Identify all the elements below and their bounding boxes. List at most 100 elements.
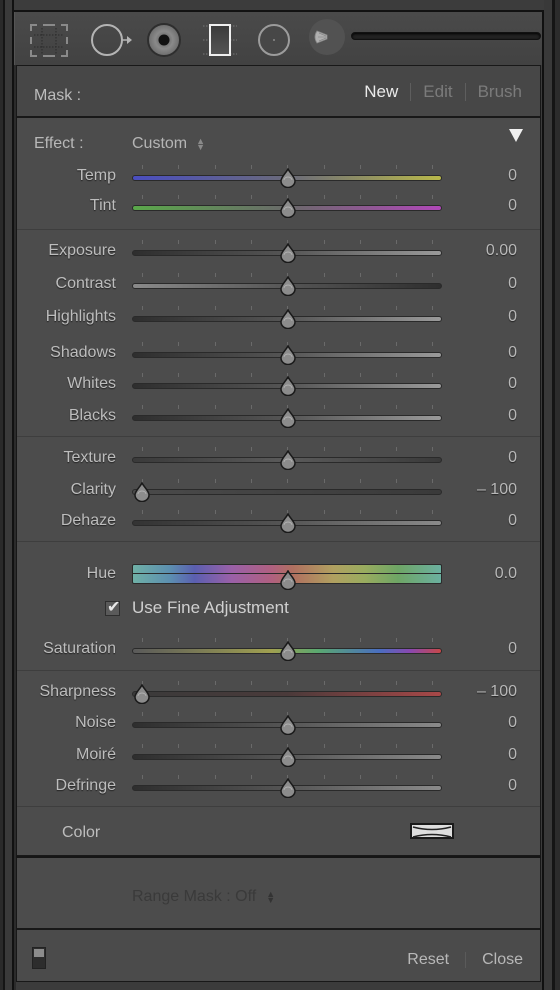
spot-removal-tool[interactable] bbox=[89, 22, 135, 56]
shadows-value[interactable]: 0 bbox=[508, 344, 517, 362]
sharpness-value[interactable]: – 100 bbox=[477, 683, 517, 701]
radial-filter-tool[interactable] bbox=[255, 22, 293, 56]
mask-mode-brush[interactable]: Brush bbox=[466, 82, 534, 102]
contrast-value[interactable]: 0 bbox=[508, 275, 517, 293]
mask-mode-new[interactable]: New bbox=[352, 82, 410, 102]
contrast-slider-row: Contrast 0 bbox=[17, 273, 540, 297]
reset-button[interactable]: Reset bbox=[391, 951, 465, 969]
tick-mark bbox=[359, 447, 361, 451]
tick-mark bbox=[359, 744, 361, 748]
section-divider bbox=[17, 229, 540, 230]
texture-slider-knob[interactable] bbox=[279, 449, 297, 471]
tick-mark bbox=[432, 712, 434, 716]
graduated-filter-tool[interactable] bbox=[201, 22, 239, 56]
dehaze-value[interactable]: 0 bbox=[508, 512, 517, 530]
dehaze-slider-knob[interactable] bbox=[279, 512, 297, 534]
defringe-slider-knob[interactable] bbox=[279, 777, 297, 799]
moire-label: Moiré bbox=[75, 746, 116, 763]
whites-slider-knob[interactable] bbox=[279, 375, 297, 397]
tick-mark bbox=[396, 165, 398, 169]
tick-mark bbox=[142, 447, 143, 451]
noise-value[interactable]: 0 bbox=[508, 714, 517, 732]
defringe-slider-row: Defringe 0 bbox=[17, 775, 540, 799]
tick-mark bbox=[323, 273, 325, 277]
sharpness-slider-track[interactable] bbox=[132, 691, 442, 697]
tick-mark bbox=[142, 273, 143, 277]
collapse-triangle-icon[interactable] bbox=[509, 129, 523, 142]
tint-label: Tint bbox=[89, 197, 116, 214]
tick-mark bbox=[359, 510, 361, 514]
crop-overlay-tool[interactable] bbox=[29, 22, 69, 57]
tick-mark bbox=[178, 306, 180, 310]
blacks-slider-knob[interactable] bbox=[279, 407, 297, 429]
close-button[interactable]: Close bbox=[466, 951, 523, 969]
sharpness-label: Sharpness bbox=[39, 683, 117, 700]
clarity-slider-knob[interactable] bbox=[133, 481, 151, 503]
red-eye-tool[interactable] bbox=[145, 22, 183, 57]
temp-slider-knob[interactable] bbox=[279, 167, 297, 189]
tick-mark bbox=[323, 373, 325, 377]
texture-label: Texture bbox=[63, 449, 116, 466]
tool-strip bbox=[14, 12, 542, 65]
tick-mark bbox=[432, 342, 434, 346]
adjustment-brush-tool[interactable] bbox=[307, 17, 347, 55]
clarity-slider-track[interactable] bbox=[132, 489, 442, 495]
saturation-value[interactable]: 0 bbox=[508, 640, 517, 658]
clarity-value[interactable]: – 100 bbox=[477, 481, 517, 499]
tint-slider-row: Tint 0 bbox=[17, 195, 540, 219]
saturation-slider-knob[interactable] bbox=[279, 640, 297, 662]
tick-mark bbox=[214, 510, 216, 514]
tick-mark bbox=[250, 373, 252, 377]
defringe-value[interactable]: 0 bbox=[508, 777, 517, 795]
tint-slider-knob[interactable] bbox=[279, 197, 297, 219]
sharpness-slider-knob[interactable] bbox=[133, 683, 151, 705]
blacks-slider-row: Blacks 0 bbox=[17, 405, 540, 429]
moire-slider-knob[interactable] bbox=[279, 746, 297, 768]
texture-value[interactable]: 0 bbox=[508, 449, 517, 467]
tick-mark bbox=[323, 195, 325, 199]
tint-value[interactable]: 0 bbox=[508, 197, 517, 215]
fine-adjustment-option[interactable]: Use Fine Adjustment bbox=[105, 597, 289, 618]
hue-value[interactable]: 0.0 bbox=[495, 565, 517, 583]
tick-mark bbox=[396, 712, 398, 716]
moire-value[interactable]: 0 bbox=[508, 746, 517, 764]
tick-mark bbox=[178, 510, 180, 514]
mask-mode-edit[interactable]: Edit bbox=[411, 82, 464, 102]
fine-adjustment-checkbox[interactable] bbox=[105, 597, 120, 617]
highlights-slider-knob[interactable] bbox=[279, 308, 297, 330]
adjustment-brush-icon bbox=[309, 19, 345, 55]
panel-toggle-switch[interactable] bbox=[32, 947, 46, 969]
tick-mark bbox=[178, 712, 180, 716]
noise-slider-knob[interactable] bbox=[279, 714, 297, 736]
highlights-value[interactable]: 0 bbox=[508, 308, 517, 326]
tick-mark bbox=[323, 240, 325, 244]
hue-slider-knob[interactable] bbox=[279, 569, 297, 591]
exposure-slider-knob[interactable] bbox=[279, 242, 297, 264]
effect-preset-dropdown[interactable]: Custom ▲ ▼ bbox=[132, 135, 205, 153]
section-divider bbox=[17, 670, 540, 671]
adjustments-panel: Effect : Custom ▲ ▼ Temp 0 Tint 0 Exposure 0.0… bbox=[16, 117, 541, 856]
tick-mark bbox=[396, 510, 398, 514]
tick-mark bbox=[250, 273, 252, 277]
tick-mark bbox=[178, 373, 180, 377]
whites-value[interactable]: 0 bbox=[508, 375, 517, 393]
temp-value[interactable]: 0 bbox=[508, 167, 517, 185]
tick-mark bbox=[250, 510, 252, 514]
contrast-slider-knob[interactable] bbox=[279, 275, 297, 297]
tick-mark bbox=[250, 165, 252, 169]
range-mask-dropdown[interactable]: Range Mask : Off ▲ ▼ bbox=[132, 888, 275, 906]
tick-mark bbox=[396, 306, 398, 310]
clarity-slider-row: Clarity – 100 bbox=[17, 479, 540, 503]
tick-mark bbox=[214, 273, 216, 277]
color-swatch[interactable] bbox=[410, 823, 454, 839]
window-frame-top bbox=[14, 0, 544, 12]
tick-mark bbox=[214, 479, 216, 483]
tick-mark bbox=[359, 775, 361, 779]
exposure-value[interactable]: 0.00 bbox=[486, 242, 517, 260]
tick-mark bbox=[432, 240, 434, 244]
tick-mark bbox=[250, 479, 252, 483]
shadows-slider-knob[interactable] bbox=[279, 344, 297, 366]
brush-size-slider[interactable] bbox=[351, 32, 541, 40]
blacks-value[interactable]: 0 bbox=[508, 407, 517, 425]
tick-mark bbox=[432, 775, 434, 779]
